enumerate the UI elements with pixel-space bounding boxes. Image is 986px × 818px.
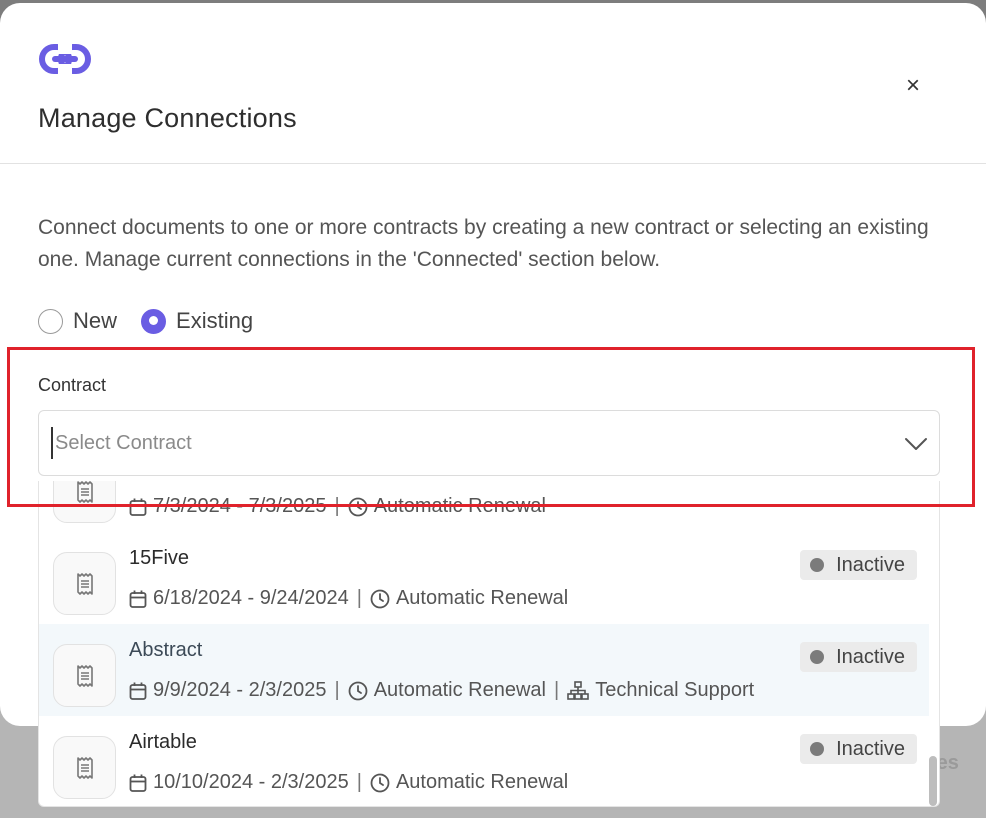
item-meta: 7/3/2024 - 7/3/2025 | Automatic Renewal <box>129 495 546 518</box>
meta-separator: | <box>356 587 362 609</box>
status-dot <box>810 650 825 664</box>
close-icon[interactable]: × <box>898 71 928 101</box>
radio-existing-label: Existing <box>176 308 254 333</box>
status-dot <box>810 558 825 572</box>
clock-icon <box>370 589 390 608</box>
item-meta: 10/10/2024 - 2/3/2025 | Automatic Renewa… <box>129 771 568 794</box>
list-item[interactable]: Airtable Inactive 10/10/2024 - 2/3/2025 … <box>39 716 929 806</box>
radio-existing-circle[interactable] <box>141 308 167 334</box>
item-renewal: Automatic Renewal <box>395 771 569 793</box>
item-dates: 7/3/2024 - 7/3/2025 <box>153 495 327 517</box>
item-dates: 6/18/2024 - 9/24/2024 <box>153 587 349 609</box>
receipt-icon <box>53 481 116 523</box>
meta-separator: | <box>356 771 362 793</box>
item-renewal: Automatic Renewal <box>373 679 546 701</box>
modal-title: Manage Connections <box>38 103 297 133</box>
radio-new-circle[interactable] <box>38 308 63 334</box>
receipt-icon <box>53 552 116 615</box>
org-chart-icon <box>567 680 590 700</box>
meta-separator: | <box>554 679 560 701</box>
status-badge: Inactive <box>800 642 917 672</box>
item-name: Airtable <box>129 731 197 753</box>
radio-new[interactable]: New <box>38 308 117 334</box>
calendar-icon <box>129 498 147 516</box>
contract-select[interactable] <box>38 410 940 476</box>
modal-description: Connect documents to one or more contrac… <box>38 216 929 271</box>
calendar-icon <box>129 682 147 700</box>
item-renewal: Automatic Renewal <box>373 495 546 517</box>
item-meta: 9/9/2024 - 2/3/2025 | Automatic Renewal … <box>129 679 754 702</box>
item-dates: 9/9/2024 - 2/3/2025 <box>153 679 327 701</box>
meta-separator: | <box>334 679 340 701</box>
calendar-icon <box>129 774 147 792</box>
receipt-icon <box>53 644 116 707</box>
item-name: 15Five <box>129 547 190 569</box>
item-meta: 6/18/2024 - 9/24/2024 | Automatic Renewa… <box>129 587 568 610</box>
clock-icon <box>348 497 368 516</box>
chevron-down-icon[interactable] <box>903 431 929 457</box>
contract-dropdown-list[interactable]: 7/3/2024 - 7/3/2025 | Automatic Renewal … <box>38 481 940 807</box>
status-text: Inactive <box>836 737 905 760</box>
contract-field-label: Contract <box>38 375 107 395</box>
item-category: Technical Support <box>595 679 755 701</box>
list-item[interactable]: Abstract Inactive 9/9/2024 - 2/3/2025 | … <box>39 624 929 716</box>
link-icon <box>39 44 91 74</box>
item-renewal: Automatic Renewal <box>395 587 569 609</box>
contract-search-input[interactable] <box>51 427 871 459</box>
connection-type-radio-group: New Existing <box>38 308 277 334</box>
radio-new-label: New <box>73 308 118 333</box>
item-dates: 10/10/2024 - 2/3/2025 <box>153 771 349 793</box>
dropdown-scrollbar-thumb[interactable] <box>929 756 937 806</box>
radio-existing[interactable]: Existing <box>141 308 253 334</box>
manage-connections-modal: × Manage Connections Connect documents t… <box>0 3 986 807</box>
item-name: Abstract <box>129 639 203 661</box>
status-badge: Inactive <box>800 734 917 764</box>
clock-icon <box>348 681 368 700</box>
status-badge: Inactive <box>800 550 917 580</box>
calendar-icon <box>129 590 147 608</box>
clock-icon <box>370 773 390 792</box>
receipt-icon <box>53 736 116 799</box>
header-divider <box>0 163 986 164</box>
list-item[interactable]: 7/3/2024 - 7/3/2025 | Automatic Renewal <box>39 481 929 532</box>
status-text: Inactive <box>836 553 905 576</box>
status-text: Inactive <box>836 645 905 668</box>
list-item[interactable]: 15Five Inactive 6/18/2024 - 9/24/2024 | … <box>39 532 929 624</box>
meta-separator: | <box>334 495 340 517</box>
status-dot <box>810 742 825 756</box>
